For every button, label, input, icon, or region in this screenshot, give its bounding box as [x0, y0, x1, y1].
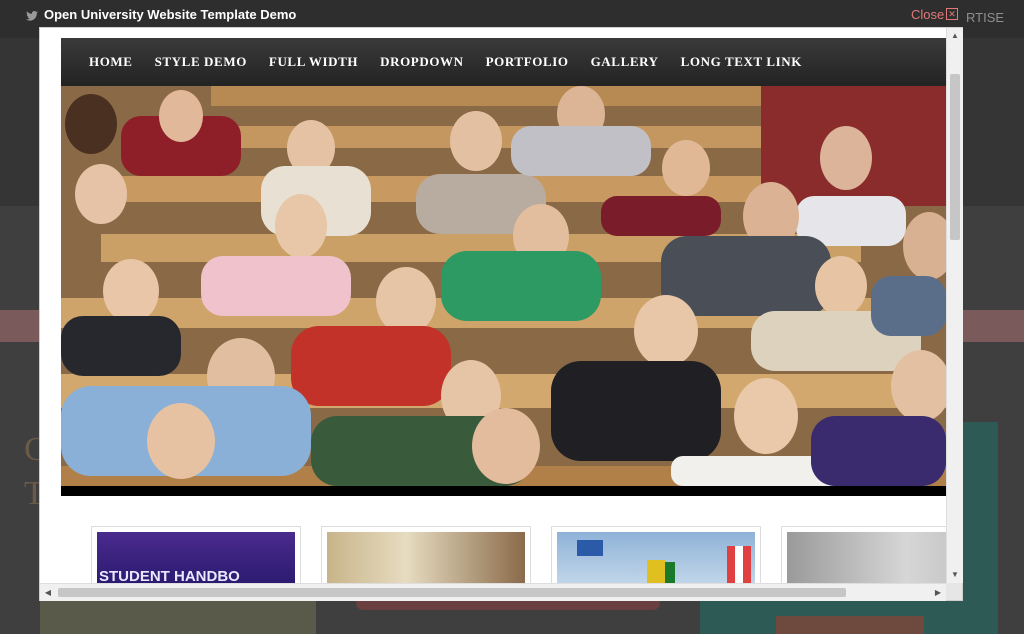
- twitter-bird-icon: [26, 11, 38, 21]
- scroll-right-icon[interactable]: ▶: [930, 584, 946, 601]
- thumbnail-item[interactable]: [781, 526, 946, 583]
- background-thumbnail: [40, 600, 316, 634]
- hero-image: [61, 86, 946, 486]
- lightbox-title: Open University Website Template Demo: [44, 7, 297, 22]
- thumbnail-label: STUDENT HANDBO: [99, 568, 240, 583]
- flags-image: [577, 540, 751, 583]
- horizontal-scroll-thumb[interactable]: [58, 588, 846, 597]
- thumbnail-image: STUDENT HANDBO: [97, 532, 295, 583]
- vertical-scroll-thumb[interactable]: [950, 74, 960, 240]
- lightbox-frame: HOME STYLE DEMO FULL WIDTH DROPDOWN PORT…: [40, 28, 962, 600]
- vertical-scrollbar[interactable]: ▲ ▼: [946, 28, 963, 583]
- horizontal-scrollbar[interactable]: ◀ ▶: [40, 583, 946, 601]
- close-link[interactable]: Close: [911, 7, 944, 22]
- thumbnail-item[interactable]: STUDENT HANDBO: [91, 526, 301, 583]
- embedded-page: HOME STYLE DEMO FULL WIDTH DROPDOWN PORT…: [61, 38, 946, 583]
- scroll-left-icon[interactable]: ◀: [40, 584, 56, 601]
- background-advertise-link: RTISE: [966, 10, 1005, 25]
- nav-item-portfolio[interactable]: PORTFOLIO: [486, 54, 569, 70]
- nav-item-long-text-link[interactable]: LONG TEXT LINK: [681, 54, 802, 70]
- thumbnail-image: [557, 532, 755, 583]
- nav-item-gallery[interactable]: GALLERY: [591, 54, 659, 70]
- thumbnail-image: [327, 532, 525, 583]
- scroll-down-icon[interactable]: ▼: [947, 567, 963, 583]
- close-icon[interactable]: ✕: [946, 8, 958, 20]
- nav-item-home[interactable]: HOME: [89, 54, 133, 70]
- nav-item-style-demo[interactable]: STYLE DEMO: [155, 54, 247, 70]
- thumbnail-image: [787, 532, 946, 583]
- nav-item-dropdown[interactable]: DROPDOWN: [380, 54, 464, 70]
- scroll-up-icon[interactable]: ▲: [947, 28, 963, 44]
- hero-caption-bar: [61, 486, 946, 496]
- thumbnail-item[interactable]: [321, 526, 531, 583]
- thumbnail-item[interactable]: [551, 526, 761, 583]
- nav-item-full-width[interactable]: FULL WIDTH: [269, 54, 358, 70]
- main-navigation: HOME STYLE DEMO FULL WIDTH DROPDOWN PORT…: [61, 38, 946, 86]
- thumbnail-row: STUDENT HANDBO: [91, 526, 946, 583]
- background-button: [776, 616, 924, 634]
- scrollbar-corner: [946, 583, 962, 600]
